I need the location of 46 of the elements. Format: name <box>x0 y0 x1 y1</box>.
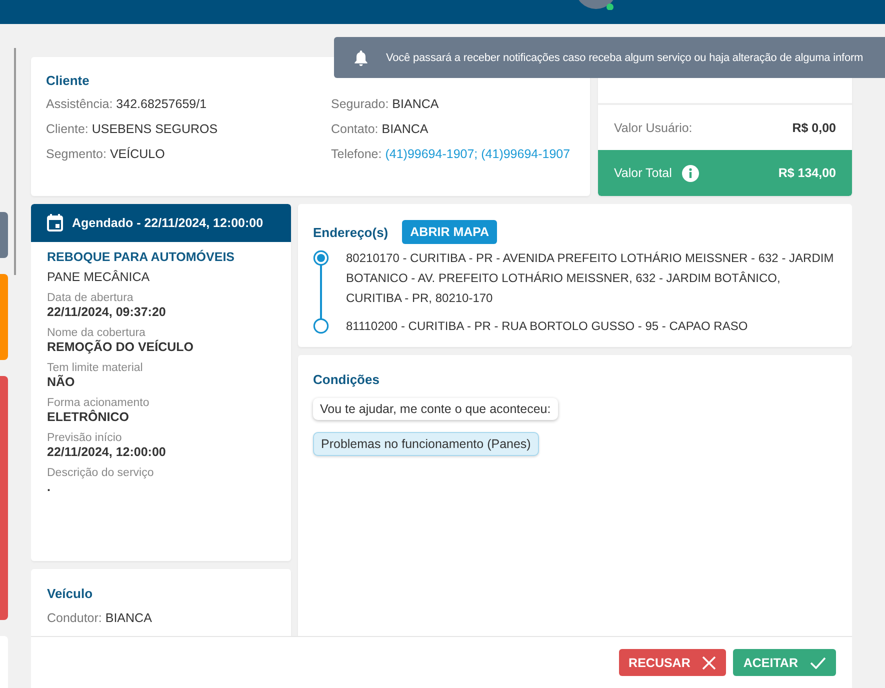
client-field: Contato: BIANCA <box>331 121 570 137</box>
client-field: Telefone: (41)99694-1907; (41)99694-1907 <box>331 146 570 162</box>
field-value: NÃO <box>47 375 76 389</box>
field-label: Tem limite material <box>47 362 144 374</box>
card-title: Condições <box>313 372 380 387</box>
bell-icon <box>354 50 368 66</box>
field-value: . <box>47 480 52 494</box>
side-tab[interactable] <box>0 376 8 620</box>
card-title: Cliente <box>46 73 90 88</box>
client-field: Segmento: VEÍCULO <box>46 146 331 162</box>
field-label: Forma acionamento <box>47 397 150 409</box>
field-value: 22/11/2024, 12:00:00 <box>47 445 167 459</box>
address-text: 80210170 - CURITIBA - PR - AVENIDA PREFEITO LOTHÁRIO MEISSNER - 632 - JARDIM BOTANICO - AV. PREFEITO LOTHÁRIO MEISSNER, 632 - JARDIM BOTÂNICO, CURITIBA - PR, 80210-170 <box>346 250 835 307</box>
status-text: Agendado - 22/11/2024, 12:00:00 <box>72 216 264 230</box>
accept-button[interactable]: ACEITAR <box>733 649 836 676</box>
card-title: Veículo <box>47 586 94 601</box>
reject-button[interactable]: RECUSAR <box>618 649 726 676</box>
calendar-icon <box>47 214 63 232</box>
card-title: Endereço(s) <box>313 224 388 240</box>
info-icon[interactable] <box>682 164 699 182</box>
client-field: Cliente: USEBENS SEGUROS <box>46 121 331 137</box>
question-bubble: Vou te ajudar, me conte o que aconteceu: <box>313 398 558 420</box>
field-value: REMOÇÃO DO VEÍCULO <box>47 340 195 354</box>
field-label: Data de abertura <box>47 292 134 304</box>
field-label: Descrição do serviço <box>47 467 155 479</box>
field-value: 22/11/2024, 09:37:20 <box>47 305 167 319</box>
client-field: Assistência: 342.68257659/1 <box>46 96 331 112</box>
service-subtitle: PANE MECÂNICA <box>47 270 151 284</box>
side-tab[interactable] <box>0 274 8 360</box>
answer-bubble[interactable]: Problemas no funcionamento (Panes) <box>313 432 539 456</box>
field-label: Nome da cobertura <box>47 327 146 339</box>
address-text: 81110200 - CURITIBA - PR - RUA BORTOLO GUSSO - 95 - CAPAO RASO <box>346 318 748 335</box>
value-amount: R$ 0,00 <box>792 120 836 134</box>
vehicle-field: Condutor: BIANCA <box>47 611 275 625</box>
value-label: Valor Usuário: <box>614 120 692 134</box>
close-icon <box>702 656 716 670</box>
open-map-button[interactable]: ABRIR MAPA <box>402 220 498 244</box>
value-amount: R$ 134,00 <box>778 166 836 180</box>
notification-text: Você passará a receber notificações caso receba algum serviço ou haja alteração de alguma inform <box>386 52 864 64</box>
field-label: Previsão início <box>47 432 123 444</box>
side-tab[interactable] <box>0 212 8 258</box>
value-label: Valor Total <box>614 166 672 180</box>
client-field: Segurado: BIANCA <box>331 96 570 112</box>
service-title: REBOQUE PARA AUTOMÓVEIS <box>47 250 236 264</box>
field-value: ELETRÔNICO <box>47 410 130 424</box>
check-icon <box>810 656 826 668</box>
